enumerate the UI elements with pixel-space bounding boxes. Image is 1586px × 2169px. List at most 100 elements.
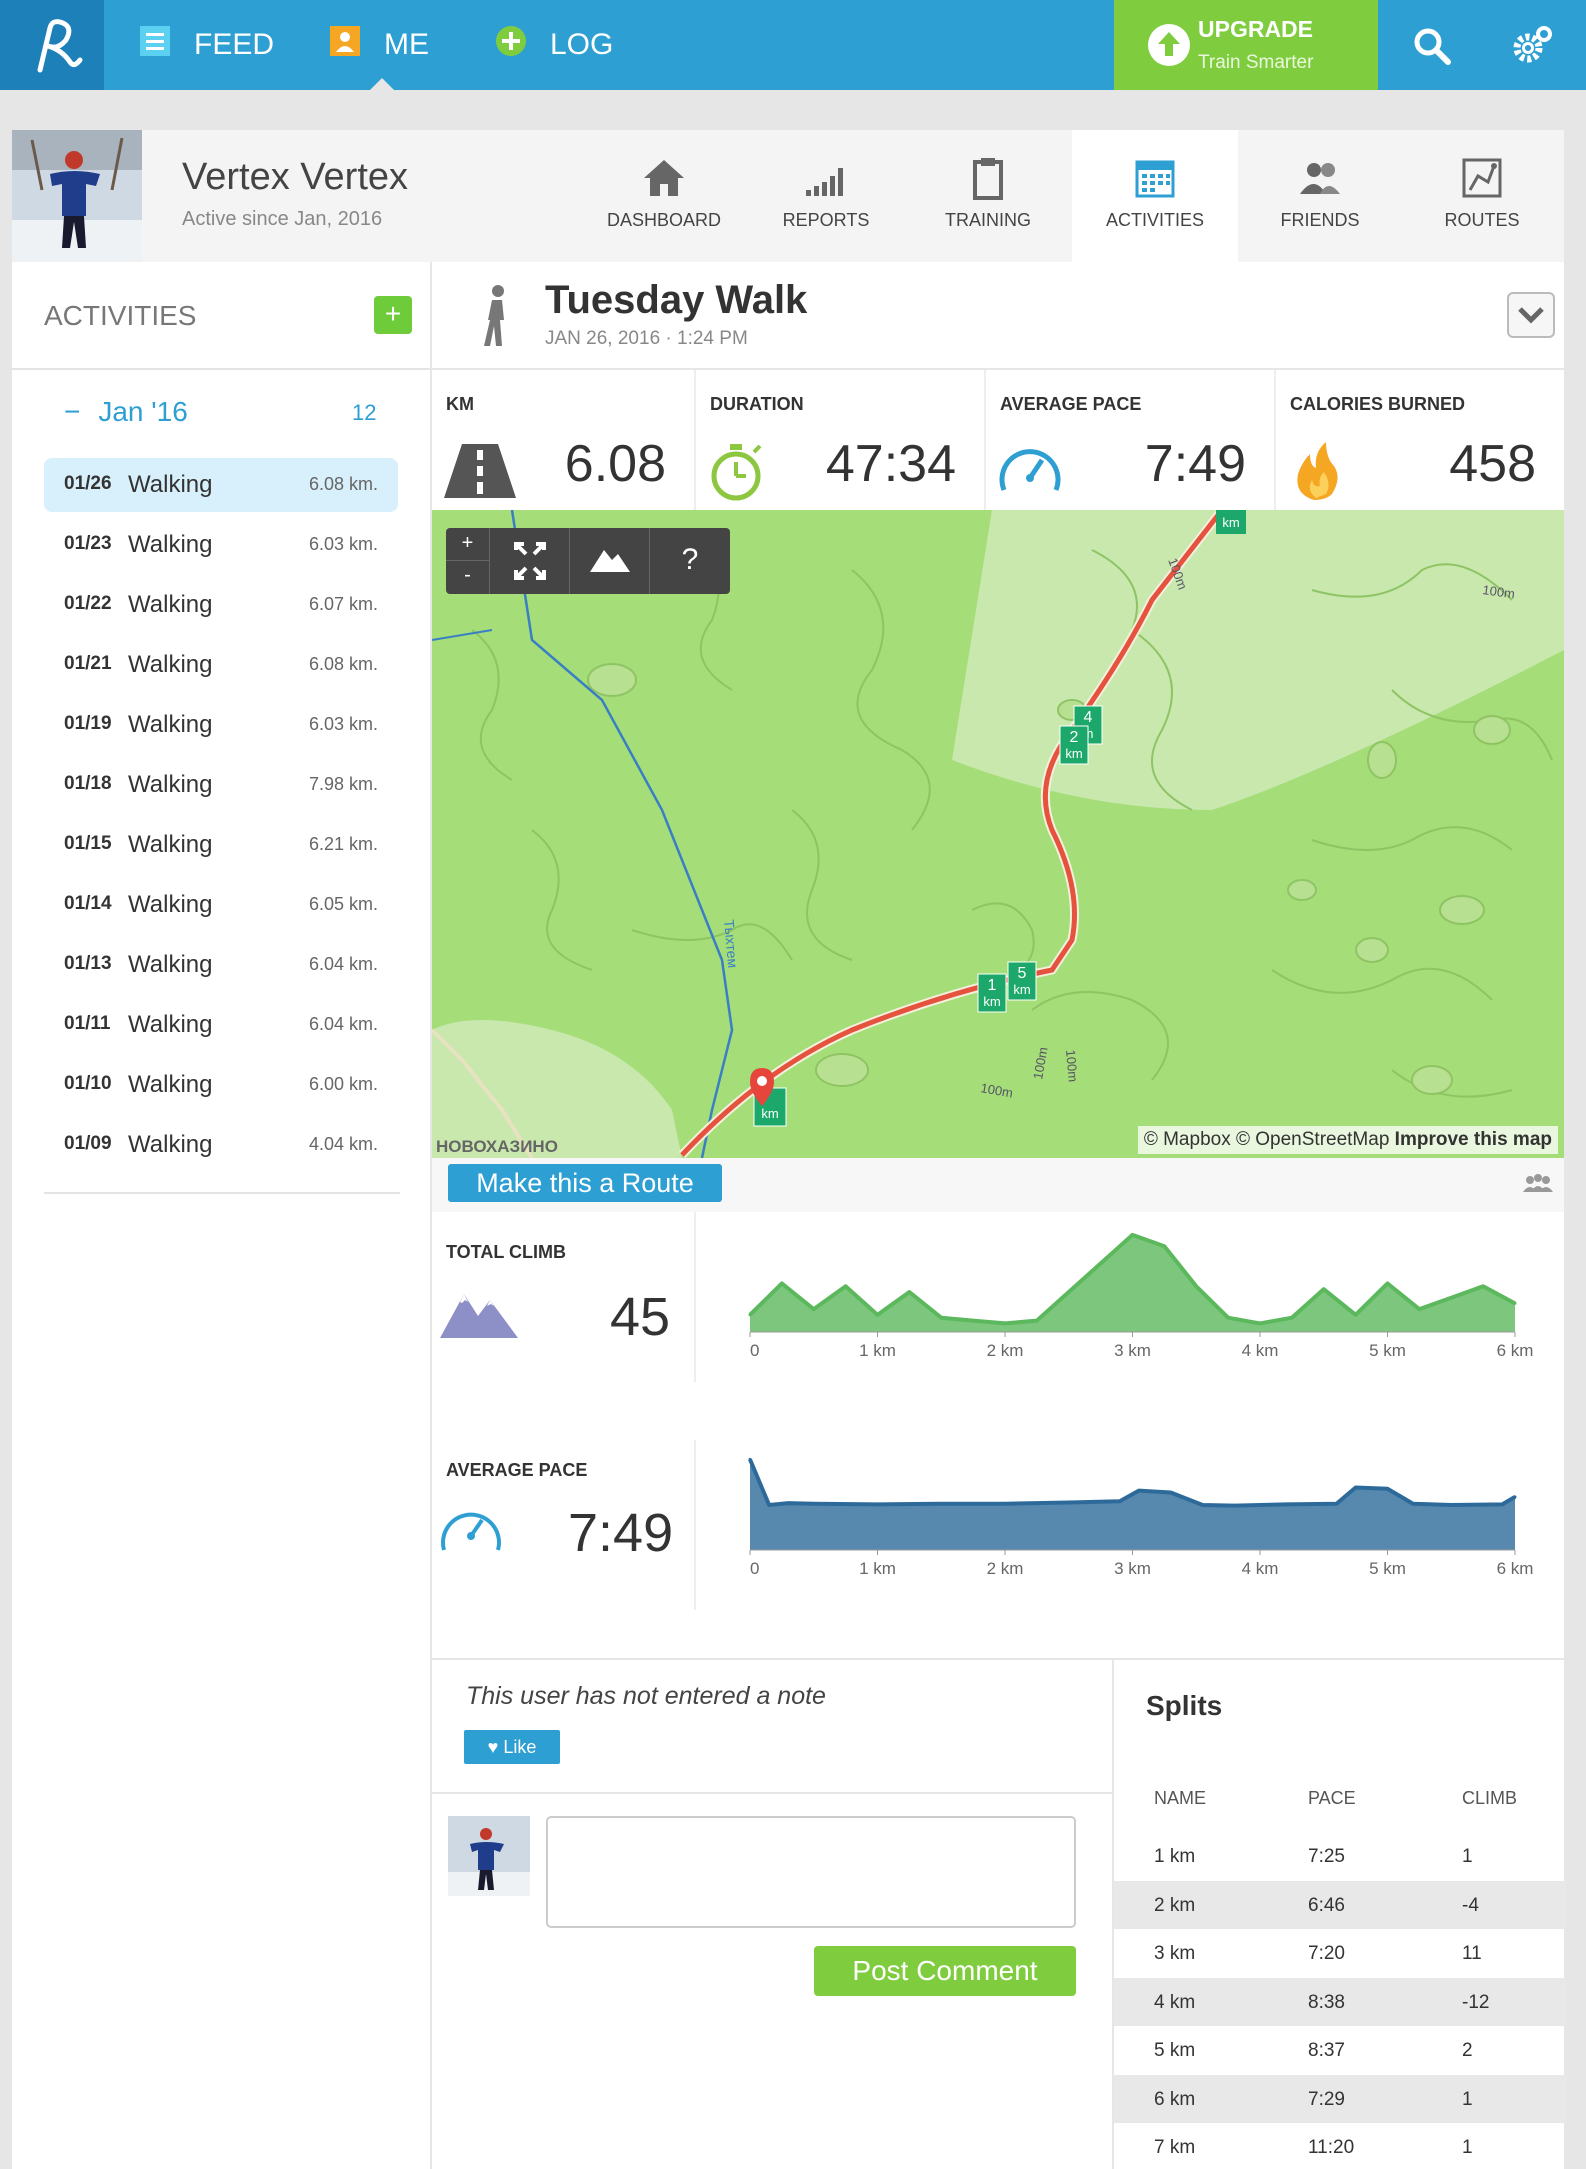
split-climb: 1 [1462, 2137, 1473, 2158]
activity-date: 01/18 [64, 773, 112, 794]
split-pace: 7:29 [1308, 2088, 1345, 2110]
activity-list-item[interactable]: 01/19 Walking 6.03 km. [44, 698, 398, 752]
split-row: 4 km 8:38 -12 [1114, 1977, 1566, 2026]
make-route-button[interactable]: Make this a Route [448, 1164, 722, 1202]
month-label: Jan '16 [98, 396, 188, 427]
add-activity-button[interactable]: + [374, 296, 412, 334]
road-icon [444, 444, 516, 498]
activity-distance: 6.04 km. [308, 1014, 378, 1034]
x-tick-label: 4 km [1242, 1559, 1279, 1578]
km-marker[interactable]: 1km [977, 973, 1007, 1013]
split-name: 5 km [1154, 2040, 1196, 2061]
chart-point [1290, 1316, 1294, 1320]
nav-feed-label: FEED [194, 28, 275, 61]
split-row: 7 km 11:20 1 [1114, 2123, 1566, 2169]
activity-date: 01/23 [64, 533, 112, 554]
upgrade-button[interactable]: UPGRADE Train Smarter [1114, 0, 1378, 90]
feed-icon [138, 24, 172, 66]
post-comment-button[interactable]: Post Comment [814, 1946, 1076, 1996]
upload-arrow-icon [1148, 24, 1190, 66]
chart-point [971, 1319, 975, 1323]
activity-list-item[interactable]: 01/23 Walking 6.03 km. [44, 518, 398, 572]
x-tick-label: 4 km [1242, 1341, 1279, 1360]
chart-point [812, 1502, 816, 1506]
activity-list-item[interactable]: 01/14 Walking 6.05 km. [44, 878, 398, 932]
activity-list-item[interactable]: 01/18 Walking 7.98 km. [44, 758, 398, 812]
stat-pace: AVERAGE PACE 7:49 [986, 370, 1274, 510]
activity-distance: 6.21 km. [308, 834, 378, 854]
split-pace: 11:20 [1308, 2137, 1355, 2158]
tab-reports[interactable]: REPORTS [746, 130, 906, 262]
split-name: 1 km [1154, 1846, 1196, 1867]
month-toggle[interactable]: − Jan '16 [64, 396, 188, 428]
gear-icon[interactable] [1510, 24, 1554, 68]
nav-me-label: ME [384, 28, 429, 61]
chart-point [1003, 1502, 1007, 1506]
nav-feed[interactable]: FEED [138, 0, 274, 90]
app-logo[interactable] [0, 0, 104, 90]
svg-text:km: km [761, 1106, 778, 1121]
stat-km-value: 6.08 [564, 435, 666, 493]
split-row: 2 km 6:46 -4 [1114, 1880, 1566, 1929]
map-help-button[interactable]: ? [650, 528, 730, 594]
route-map[interactable]: НОВОХАЗИНО Тыхтем 100m 100m 100m 100m 10… [432, 510, 1564, 1158]
svg-text:km: km [1065, 746, 1082, 761]
terrain-button[interactable] [570, 528, 650, 594]
comment-avatar [448, 1816, 530, 1896]
activity-list-item[interactable]: 01/13 Walking 6.04 km. [44, 938, 398, 992]
profile-avatar[interactable] [12, 130, 142, 262]
km-marker[interactable]: 5km [1007, 961, 1037, 1001]
split-row: 6 km 7:29 1 [1114, 2074, 1566, 2123]
activity-type: Walking [128, 1011, 213, 1038]
chart-point [1131, 1233, 1134, 1237]
chart-point [1449, 1503, 1453, 1507]
activity-type: Walking [128, 831, 213, 858]
activity-list-item[interactable]: 01/15 Walking 6.21 km. [44, 818, 398, 872]
chart-point [1233, 1504, 1236, 1508]
x-tick-label: 1 km [859, 1559, 896, 1578]
search-icon[interactable] [1410, 24, 1454, 68]
zoom-in-button[interactable]: + [446, 528, 490, 561]
activity-list-item[interactable]: 01/22 Walking 6.07 km. [44, 578, 398, 632]
activity-date: 01/11 [64, 1013, 111, 1034]
map-river-label: Тыхтем [721, 919, 741, 969]
divider [694, 1212, 696, 1382]
nav-log[interactable]: LOG [494, 0, 613, 90]
tab-training[interactable]: TRAINING [908, 130, 1068, 262]
stat-pace-label: AVERAGE PACE [1000, 394, 1142, 414]
activity-menu-button[interactable] [1507, 292, 1555, 338]
tab-activities[interactable]: ACTIVITIES [1072, 130, 1238, 262]
fullscreen-button[interactable] [490, 528, 570, 594]
split-name: 3 km [1154, 1943, 1196, 1964]
group-icon[interactable] [1522, 1172, 1554, 1196]
activity-list-item[interactable]: 01/11 Walking 6.04 km. [44, 998, 398, 1052]
activity-list-item[interactable]: 01/09 Walking 4.04 km. [44, 1118, 398, 1172]
chart-point [748, 1457, 752, 1461]
activity-list-item[interactable]: 01/26 Walking 6.08 km. [44, 458, 398, 512]
activity-list-item[interactable]: 01/10 Walking 6.00 km. [44, 1058, 398, 1112]
divider [432, 1792, 1112, 1794]
tab-routes[interactable]: ROUTES [1402, 130, 1562, 262]
like-button[interactable]: ♥ Like [464, 1730, 560, 1764]
tab-friends[interactable]: FRIENDS [1240, 130, 1400, 262]
svg-text:km: km [1013, 982, 1030, 997]
activity-date: 01/22 [64, 593, 112, 614]
chart-point [767, 1503, 771, 1507]
svg-text:4: 4 [1084, 709, 1093, 726]
km-marker[interactable]: km [1216, 510, 1246, 534]
x-tick-label: 2 km [987, 1559, 1024, 1578]
activity-date: 01/09 [64, 1133, 112, 1154]
comment-input[interactable] [546, 1816, 1076, 1928]
x-tick-label: 5 km [1369, 1559, 1406, 1578]
nav-me[interactable]: ME [328, 0, 429, 90]
climb-value: 45 [610, 1287, 671, 1347]
split-name: 6 km [1154, 2088, 1196, 2110]
activity-header: Tuesday Walk JAN 26, 2016 · 1:24 PM [432, 262, 1564, 370]
zoom-out-button[interactable]: - [446, 561, 490, 594]
improve-map-link[interactable]: Improve this map [1395, 1129, 1552, 1150]
km-marker[interactable]: 2km [1059, 725, 1089, 765]
tab-dashboard[interactable]: DASHBOARD [584, 130, 744, 262]
chart-point [1386, 1487, 1389, 1491]
activity-list-item[interactable]: 01/21 Walking 6.08 km. [44, 638, 398, 692]
split-row: 3 km 7:20 11 [1114, 1929, 1566, 1977]
